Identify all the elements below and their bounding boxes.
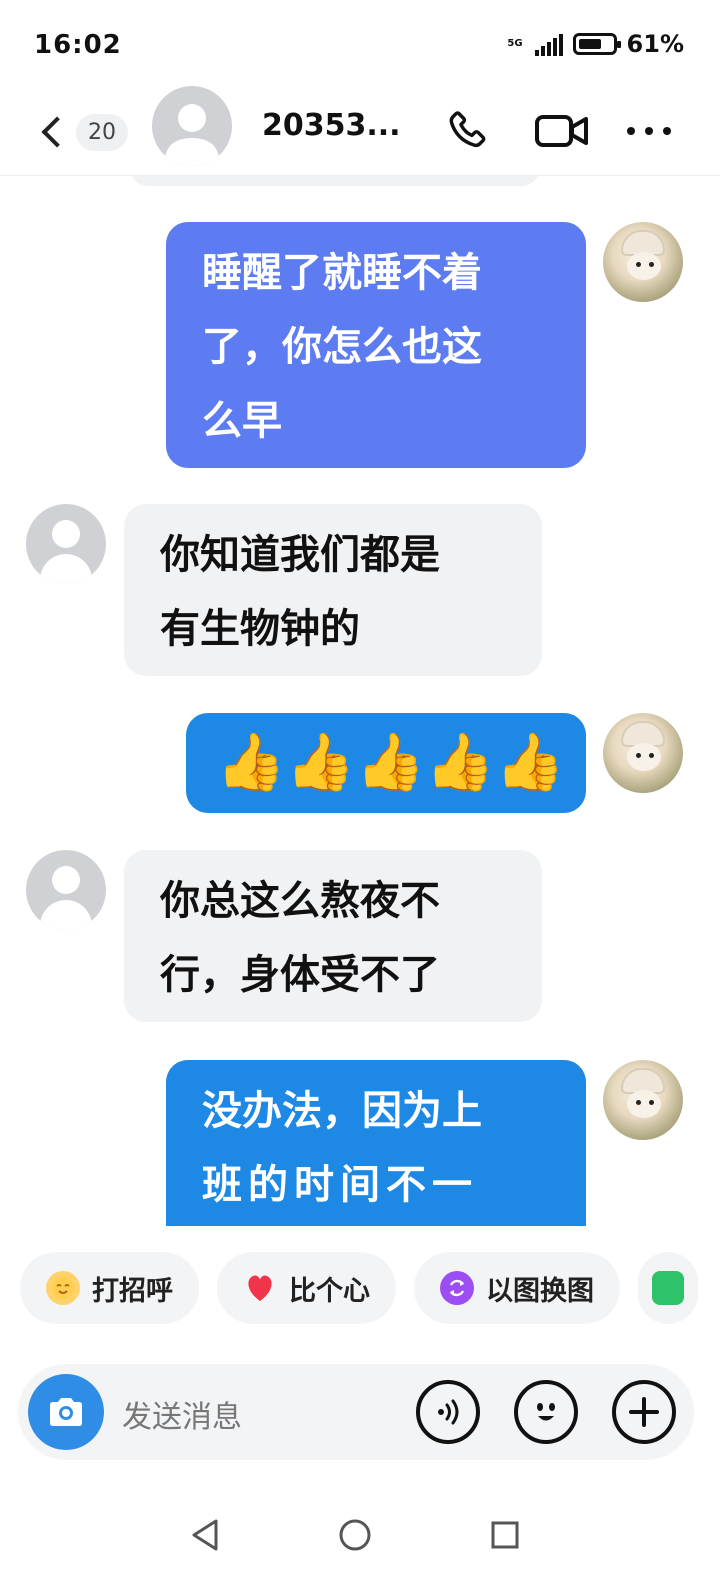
status-time: 16:02 xyxy=(34,30,122,60)
quick-reply-chips: 打招呼 比个心 以图换图 xyxy=(20,1252,720,1324)
unread-count-badge: 20 xyxy=(76,113,128,151)
chip-label: 打招呼 xyxy=(92,1275,173,1307)
video-call-button[interactable] xyxy=(534,106,590,156)
message-bubble-received[interactable]: 你总这么熬夜不 行，身体受不了 xyxy=(124,850,542,1022)
chip-heart[interactable]: 比个心 xyxy=(217,1252,396,1324)
square-recents-icon xyxy=(491,1521,519,1549)
status-right: 5G 61% xyxy=(507,30,684,58)
message-bubble-received[interactable]: 你知道我们都是 有生物钟的 xyxy=(124,504,542,676)
more-dots-icon xyxy=(627,127,671,135)
thumbs-up-emoji-row: 👍 👍 👍 👍 👍 xyxy=(216,713,565,813)
message-input[interactable]: 发送消息 xyxy=(122,1392,242,1436)
phone-icon xyxy=(449,111,486,148)
nav-recents-button[interactable] xyxy=(480,1510,530,1560)
message-line: 有生物钟的 xyxy=(160,606,360,652)
triangle-back-icon xyxy=(192,1519,218,1551)
message-line: 行，身体受不了 xyxy=(160,952,440,998)
voice-button[interactable] xyxy=(416,1380,480,1444)
signal-icon xyxy=(534,32,563,56)
message-line: 你知道我们都是 xyxy=(160,532,440,578)
heart-icon xyxy=(243,1271,277,1305)
green-app-icon xyxy=(652,1271,684,1305)
voice-wave-icon xyxy=(438,1399,459,1425)
thumbs-up-icon: 👍 xyxy=(425,730,495,795)
contact-name[interactable]: 20353... xyxy=(262,108,401,143)
thumbs-up-icon: 👍 xyxy=(355,730,426,795)
message-input-bar: 发送消息 xyxy=(18,1364,694,1460)
video-camera-icon xyxy=(535,115,588,147)
phone-call-button[interactable] xyxy=(444,106,494,156)
back-button[interactable]: 20 xyxy=(38,104,138,160)
message-line: 睡醒了就睡不着 xyxy=(202,250,482,296)
network-indicator: 5G xyxy=(507,38,523,49)
chevron-left-icon xyxy=(41,116,73,148)
chip-say-hello[interactable]: 打招呼 xyxy=(20,1252,199,1324)
default-avatar-icon xyxy=(164,104,220,166)
battery-icon xyxy=(572,33,621,55)
plus-icon xyxy=(629,1397,659,1427)
thumbs-up-icon: 👍 xyxy=(285,730,356,795)
message-line: 你总这么熬夜不 xyxy=(160,878,440,924)
status-bar: 16:02 5G 61% xyxy=(0,0,720,90)
emoji-button[interactable] xyxy=(514,1380,578,1444)
message-line: 了，你怎么也这 xyxy=(202,324,482,370)
message-bubble-sent-emoji[interactable]: 👍 👍 👍 👍 👍 xyxy=(186,713,586,813)
message-bubble-sent[interactable]: 没办法，因为上 班的时间不一 xyxy=(166,1060,586,1226)
wave-hand-icon xyxy=(46,1271,80,1305)
contact-avatar-small[interactable] xyxy=(26,504,106,584)
thumbs-up-icon: 👍 xyxy=(494,730,565,795)
my-avatar[interactable] xyxy=(603,222,683,302)
chip-more[interactable] xyxy=(638,1252,698,1324)
more-options-button[interactable] xyxy=(622,106,676,156)
camera-icon xyxy=(50,1398,82,1426)
smiley-icon xyxy=(537,1403,555,1421)
chip-swap-image[interactable]: 以图换图 xyxy=(414,1252,620,1324)
contact-avatar[interactable] xyxy=(152,86,232,166)
thumbs-up-icon: 👍 xyxy=(216,730,286,795)
message-bubble-sent[interactable]: 睡醒了就睡不着 了，你怎么也这 么早 xyxy=(166,222,586,468)
system-nav-bar xyxy=(0,1480,720,1593)
message-line: 么早 xyxy=(202,398,282,444)
nav-home-button[interactable] xyxy=(330,1510,380,1560)
camera-button[interactable] xyxy=(28,1374,104,1450)
chip-label: 比个心 xyxy=(289,1275,370,1307)
message-line: 班的时间不一 xyxy=(202,1162,478,1208)
nav-back-button[interactable] xyxy=(180,1510,230,1560)
contact-avatar-small[interactable] xyxy=(26,850,106,930)
chip-label: 以图换图 xyxy=(486,1275,594,1307)
previous-message-bubble xyxy=(130,176,540,186)
message-line: 没办法，因为上 xyxy=(202,1088,482,1134)
message-list[interactable]: 睡醒了就睡不着 了，你怎么也这 么早 你知道我们都是 有生物钟的 👍 👍 👍 👍… xyxy=(0,176,720,1226)
my-avatar[interactable] xyxy=(603,713,683,793)
swap-image-icon xyxy=(440,1271,474,1305)
add-attachment-button[interactable] xyxy=(612,1380,676,1444)
battery-percent: 61% xyxy=(626,30,684,58)
my-avatar[interactable] xyxy=(603,1060,683,1140)
chat-header: 20 20353... xyxy=(0,86,720,176)
circle-home-icon xyxy=(339,1519,371,1551)
